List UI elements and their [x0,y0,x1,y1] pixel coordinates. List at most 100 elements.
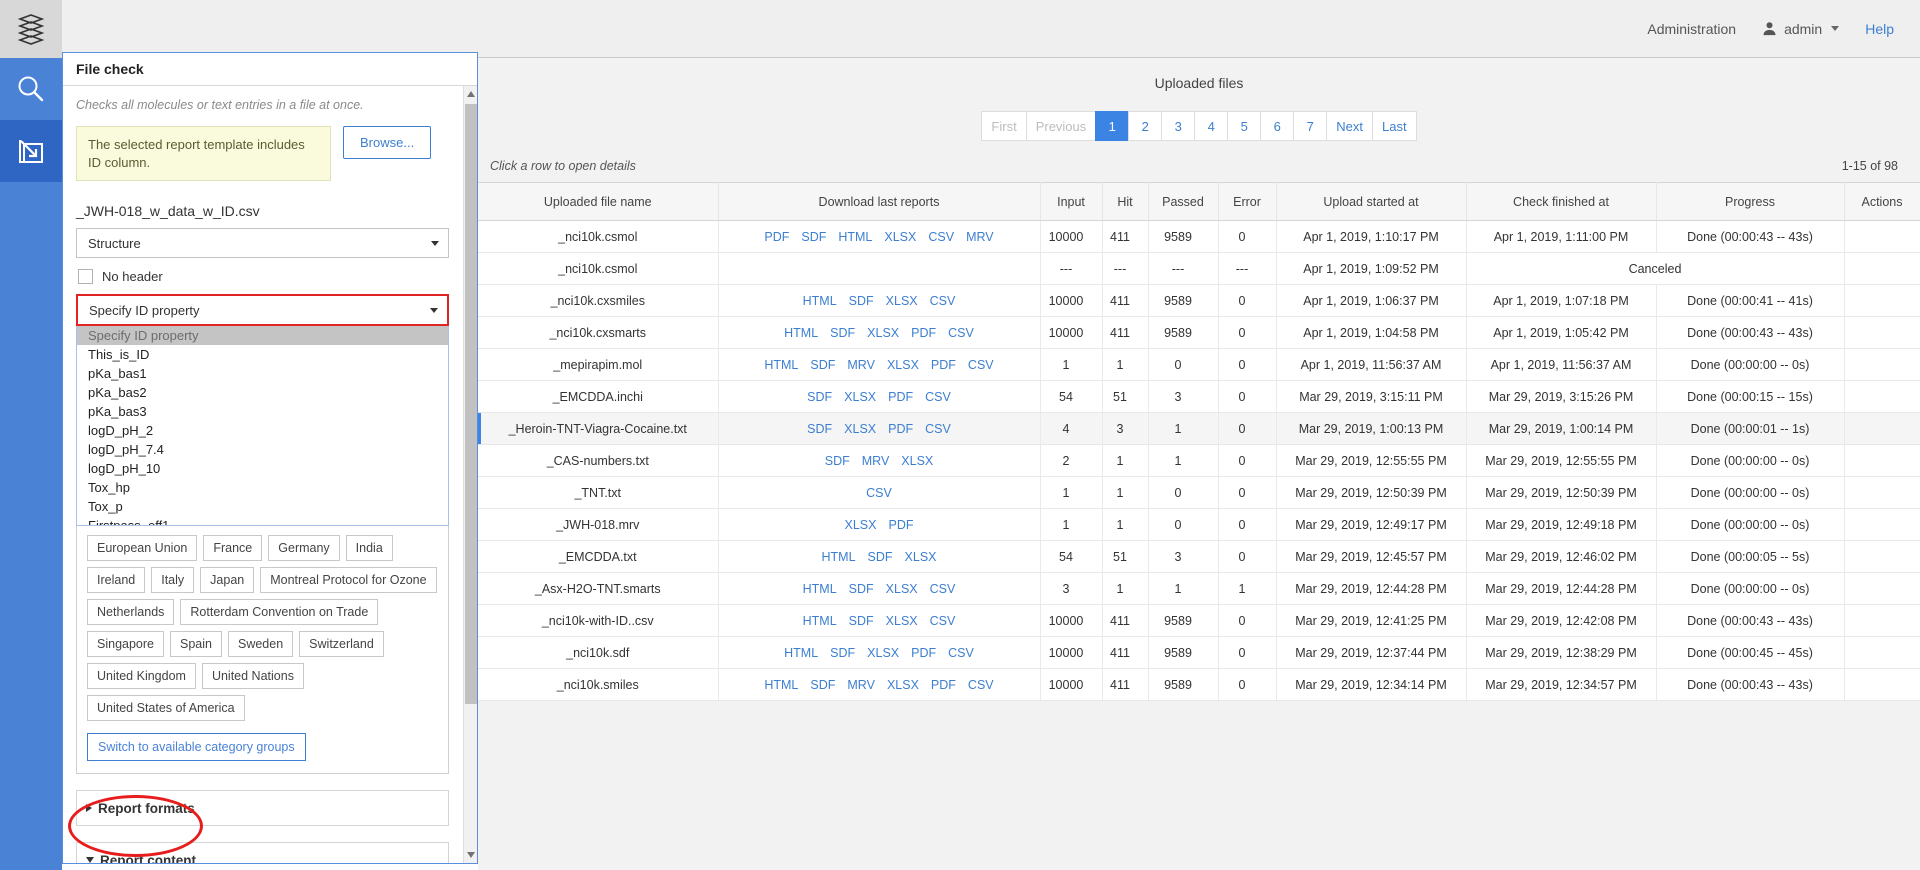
download-link-xlsx[interactable]: XLSX [844,422,876,436]
download-link-xlsx[interactable]: XLSX [867,646,899,660]
category-tag[interactable]: Italy [151,567,194,593]
table-row[interactable]: _Heroin-TNT-Viagra-Cocaine.txtSDFXLSXPDF… [478,413,1920,445]
download-link-sdf[interactable]: SDF [825,454,850,468]
rail-item-import[interactable] [0,120,62,182]
download-link-pdf[interactable]: PDF [931,678,956,692]
administration-link[interactable]: Administration [1647,21,1736,37]
no-header-checkbox[interactable] [78,269,93,284]
download-link-xlsx[interactable]: XLSX [844,390,876,404]
rail-item-search[interactable] [0,58,62,120]
download-link-csv[interactable]: CSV [968,678,994,692]
download-link-pdf[interactable]: PDF [911,326,936,340]
download-link-sdf[interactable]: SDF [849,294,874,308]
category-tag[interactable]: France [203,535,262,561]
category-tag[interactable]: United Kingdom [87,663,196,689]
table-row[interactable]: _mepirapim.molHTMLSDFMRVXLSXPDFCSV1100Ap… [478,349,1920,381]
download-link-csv[interactable]: CSV [948,646,974,660]
page-button-6[interactable]: 6 [1260,111,1293,141]
download-link-mrv[interactable]: MRV [862,454,890,468]
download-link-xlsx[interactable]: XLSX [886,614,918,628]
download-link-html[interactable]: HTML [764,678,798,692]
table-row[interactable]: _nci10k.smilesHTMLSDFMRVXLSXPDFCSV100004… [478,669,1920,701]
category-tag[interactable]: Singapore [87,631,164,657]
download-link-csv[interactable]: CSV [928,230,954,244]
table-row[interactable]: _nci10k.csmolPDFSDFHTMLXLSXCSVMRV1000041… [478,221,1920,253]
category-tag[interactable]: Montreal Protocol for Ozone [260,567,436,593]
page-button-1[interactable]: 1 [1095,111,1128,141]
download-link-html[interactable]: HTML [822,550,856,564]
download-link-csv[interactable]: CSV [930,614,956,628]
download-link-html[interactable]: HTML [803,614,837,628]
download-link-mrv[interactable]: MRV [847,678,875,692]
download-link-pdf[interactable]: PDF [888,518,913,532]
download-link-xlsx[interactable]: XLSX [845,518,877,532]
download-link-sdf[interactable]: SDF [807,390,832,404]
id-option-1[interactable]: This_is_ID [77,345,448,364]
table-row[interactable]: _nci10k.csmol------------Apr 1, 2019, 1:… [478,253,1920,285]
page-button-last[interactable]: Last [1372,111,1417,141]
table-row[interactable]: _JWH-018.mrvXLSXPDF1100Mar 29, 2019, 12:… [478,509,1920,541]
table-row[interactable]: _CAS-numbers.txtSDFMRVXLSX2110Mar 29, 20… [478,445,1920,477]
id-option-9[interactable]: Tox_p [77,497,448,516]
page-button-7[interactable]: 7 [1293,111,1326,141]
download-link-csv[interactable]: CSV [948,326,974,340]
download-link-csv[interactable]: CSV [925,422,951,436]
download-link-csv[interactable]: CSV [866,486,892,500]
id-option-8[interactable]: Tox_hp [77,478,448,497]
id-option-3[interactable]: pKa_bas2 [77,383,448,402]
table-row[interactable]: _EMCDDA.inchiSDFXLSXPDFCSV545130Mar 29, … [478,381,1920,413]
category-tag[interactable]: Japan [200,567,254,593]
switch-category-groups-button[interactable]: Switch to available category groups [87,733,306,761]
table-row[interactable]: _Asx-H2O-TNT.smartsHTMLSDFXLSXCSV3111Mar… [478,573,1920,605]
download-link-sdf[interactable]: SDF [810,358,835,372]
report-content-header[interactable]: Report content [77,843,448,863]
download-link-xlsx[interactable]: XLSX [887,678,919,692]
category-tag[interactable]: United States of America [87,695,245,721]
download-link-sdf[interactable]: SDF [849,614,874,628]
download-link-xlsx[interactable]: XLSX [884,230,916,244]
table-row[interactable]: _nci10k.sdfHTMLSDFXLSXPDFCSV100004119589… [478,637,1920,669]
download-link-mrv[interactable]: MRV [966,230,994,244]
page-button-next[interactable]: Next [1326,111,1372,141]
download-link-sdf[interactable]: SDF [810,678,835,692]
download-link-csv[interactable]: CSV [925,390,951,404]
download-link-csv[interactable]: CSV [930,582,956,596]
download-link-pdf[interactable]: PDF [764,230,789,244]
id-option-7[interactable]: logD_pH_10 [77,459,448,478]
download-link-pdf[interactable]: PDF [911,646,936,660]
category-tag[interactable]: Netherlands [87,599,174,625]
download-link-xlsx[interactable]: XLSX [886,582,918,596]
download-link-html[interactable]: HTML [764,358,798,372]
category-tag[interactable]: Rotterdam Convention on Trade [180,599,378,625]
category-tag[interactable]: Ireland [87,567,145,593]
user-menu[interactable]: admin [1762,21,1839,37]
scroll-down-icon[interactable] [467,852,475,858]
category-tag[interactable]: India [346,535,393,561]
category-tag[interactable]: Sweden [228,631,293,657]
download-link-html[interactable]: HTML [784,646,818,660]
scrollbar-thumb[interactable] [465,104,477,704]
panel-scrollbar[interactable] [463,86,477,863]
category-tag[interactable]: Germany [268,535,339,561]
download-link-csv[interactable]: CSV [930,294,956,308]
id-option-6[interactable]: logD_pH_7.4 [77,440,448,459]
table-row[interactable]: _nci10k.cxsmartsHTMLSDFXLSXPDFCSV1000041… [478,317,1920,349]
table-row[interactable]: _TNT.txtCSV1100Mar 29, 2019, 12:50:39 PM… [478,477,1920,509]
help-link[interactable]: Help [1865,21,1894,37]
download-link-html[interactable]: HTML [784,326,818,340]
download-link-html[interactable]: HTML [803,294,837,308]
download-link-sdf[interactable]: SDF [807,422,832,436]
no-header-row[interactable]: No header [78,269,449,284]
browse-button[interactable]: Browse... [343,126,431,159]
page-button-2[interactable]: 2 [1128,111,1161,141]
category-tag[interactable]: Switzerland [299,631,384,657]
scroll-up-icon[interactable] [467,91,475,97]
download-link-sdf[interactable]: SDF [801,230,826,244]
download-link-sdf[interactable]: SDF [830,646,855,660]
download-link-pdf[interactable]: PDF [888,422,913,436]
download-link-html[interactable]: HTML [803,582,837,596]
id-property-dropdown-list[interactable]: Specify ID propertyThis_is_IDpKa_bas1pKa… [76,326,449,526]
download-link-sdf[interactable]: SDF [868,550,893,564]
download-link-xlsx[interactable]: XLSX [905,550,937,564]
id-property-select[interactable]: Specify ID property [76,294,449,326]
